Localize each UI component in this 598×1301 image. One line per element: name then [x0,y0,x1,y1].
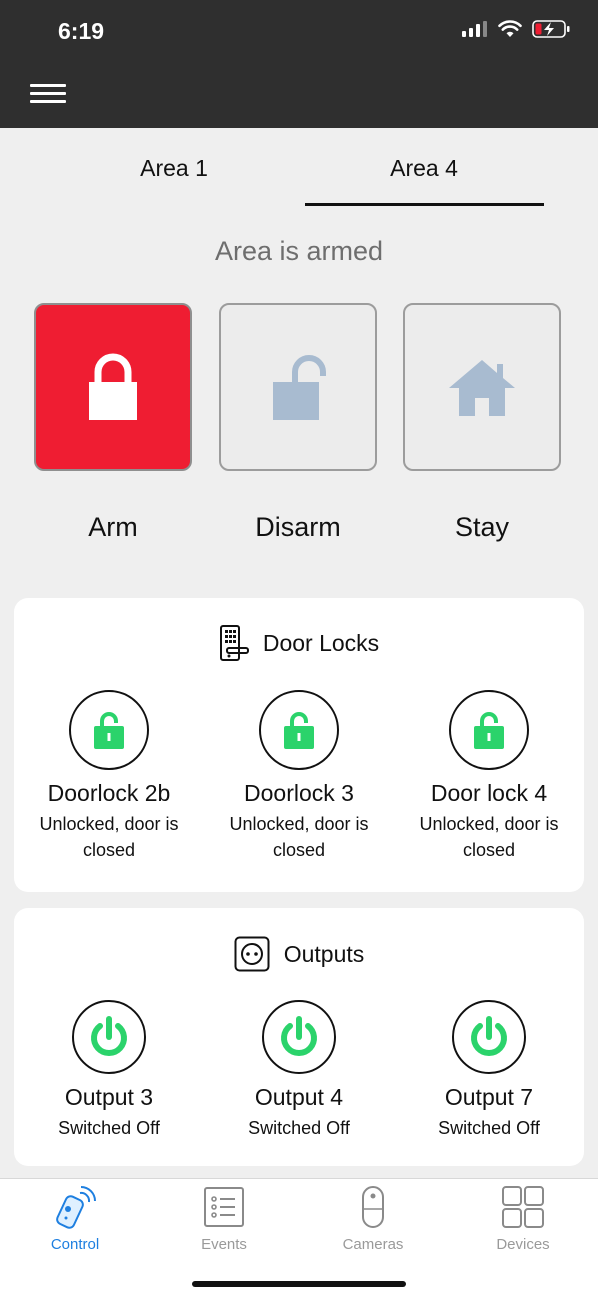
door-locks-title: Door Locks [262,629,380,656]
list-icon [204,1187,244,1227]
unlocked-padlock-icon [94,712,124,749]
doorlock-item: Door lock 4 Unlocked, door is closed [394,690,584,863]
outputs-card: Outputs Output 3 Switched Off Output 4 S… [14,908,584,1166]
unlocked-padlock-icon [273,355,326,420]
battery-charging-icon [532,20,570,38]
status-icons [462,20,570,38]
doorlock-name: Doorlock 2b [47,780,171,806]
arm-button[interactable] [34,303,192,471]
doorlock-item: Doorlock 3 Unlocked, door is closed [204,690,394,863]
output-status: Switched Off [248,1118,350,1138]
outputs-header: Outputs [14,936,584,972]
output-status: Switched Off [438,1118,540,1138]
unlocked-padlock-icon [284,712,314,749]
locked-padlock-icon [89,353,137,420]
nav-cameras-label: Cameras [342,1236,404,1253]
door-locks-card: Door Locks Doorlock 2b Unlocked, door is… [14,598,584,892]
power-icon [281,1016,317,1056]
power-icon [91,1016,127,1056]
output-toggle[interactable] [72,1000,146,1074]
doorlock-status: Unlocked, door is closed [229,814,369,860]
power-outlet-icon [234,936,270,972]
nav-devices-label: Devices [496,1236,550,1253]
tab-area-1[interactable]: Area 1 [54,128,294,208]
doorlock-item: Doorlock 2b Unlocked, door is closed [14,690,204,863]
cellular-signal-icon [462,21,487,37]
house-icon [449,360,515,416]
output-toggle[interactable] [452,1000,526,1074]
doorlock-name: Door lock 4 [430,780,548,806]
app-header: 6:19 [0,0,598,128]
arm-label: Arm [88,512,138,542]
output-toggle[interactable] [262,1000,336,1074]
doorlock-toggle[interactable] [259,690,339,770]
nav-cameras[interactable]: Cameras [313,1185,433,1253]
area-status-text: Area is armed [214,236,384,266]
nav-control-label: Control [50,1236,100,1253]
nav-devices[interactable]: Devices [463,1185,583,1253]
stay-label: Stay [454,512,510,542]
power-icon [471,1016,507,1056]
status-time: 6:19 [58,18,105,44]
doorlock-status: Unlocked, door is closed [419,814,559,860]
home-indicator[interactable] [192,1281,406,1287]
stay-button[interactable] [403,303,561,471]
keypad-doorlock-icon [219,625,249,661]
output-item: Output 3 Switched Off [14,1000,204,1141]
disarm-button[interactable] [219,303,377,471]
output-item: Output 7 Switched Off [394,1000,584,1141]
doorlock-name: Doorlock 3 [244,780,354,806]
door-locks-header: Door Locks [14,624,584,662]
output-item: Output 4 Switched Off [204,1000,394,1141]
grid-icon [502,1186,544,1228]
selected-tab-indicator [305,203,544,206]
camera-icon [362,1186,384,1228]
doorlock-toggle[interactable] [69,690,149,770]
area-tabs: Area 1 Area 4 [0,128,598,208]
outputs-title: Outputs [283,940,365,967]
output-status: Switched Off [58,1118,160,1138]
nav-events[interactable]: Events [164,1185,284,1253]
output-name: Output 7 [444,1084,534,1110]
nav-events-label: Events [201,1236,247,1253]
unlocked-padlock-icon [474,712,504,749]
doorlock-status: Unlocked, door is closed [39,814,179,860]
remote-control-icon [56,1186,96,1229]
tab-area-4[interactable]: Area 4 [304,128,544,208]
output-name: Output 4 [254,1084,344,1110]
output-name: Output 3 [64,1084,154,1110]
disarm-label: Disarm [255,512,341,542]
nav-control[interactable]: Control [15,1185,135,1253]
doorlock-toggle[interactable] [449,690,529,770]
wifi-icon [498,20,522,37]
hamburger-menu-icon[interactable] [30,84,66,108]
